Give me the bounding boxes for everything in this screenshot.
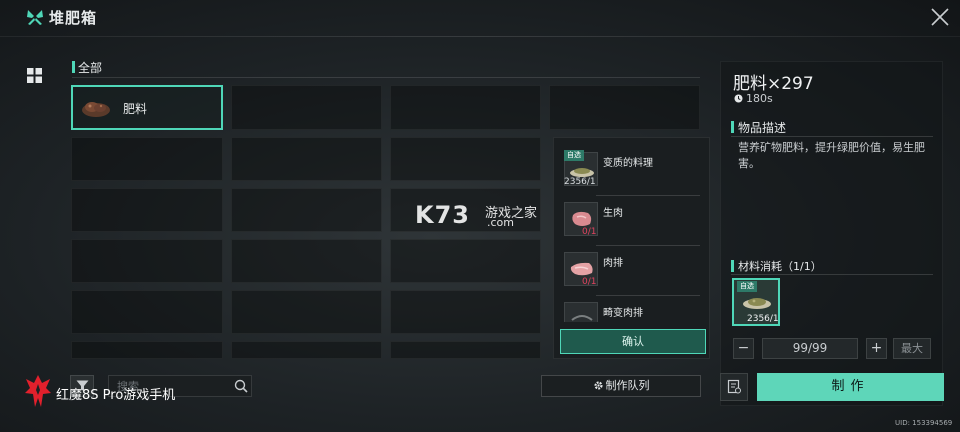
grid-slot-empty[interactable] bbox=[71, 239, 223, 283]
red-magic-logo-icon bbox=[25, 375, 51, 407]
category-divider bbox=[72, 77, 700, 78]
recipe-option-steak[interactable]: 肉排 0/1 bbox=[562, 252, 700, 296]
grid-slot-empty[interactable] bbox=[231, 290, 382, 334]
decrease-quantity-button[interactable]: − bbox=[733, 338, 754, 359]
page-title: 堆肥箱 bbox=[49, 9, 98, 27]
gear-icon bbox=[593, 381, 603, 390]
row-divider bbox=[596, 245, 700, 246]
grid-slot-empty[interactable] bbox=[231, 239, 382, 283]
auto-select-tag: 自选 bbox=[564, 150, 584, 161]
ingredient-count: 2356/1 bbox=[564, 177, 596, 187]
mutant-steak-icon bbox=[571, 315, 593, 321]
craft-queue-button[interactable]: 制作队列 bbox=[541, 375, 701, 397]
quantity-field[interactable]: 99/99 bbox=[762, 338, 858, 359]
grid-slot-empty[interactable] bbox=[390, 341, 541, 359]
user-id: UID: 153394569 bbox=[895, 419, 953, 427]
row-divider bbox=[596, 295, 700, 296]
grid-slot-empty[interactable] bbox=[390, 137, 541, 181]
ingredient-count: 0/1 bbox=[582, 277, 597, 287]
raw-meat-icon bbox=[572, 211, 592, 226]
header-divider bbox=[0, 36, 960, 37]
grid-slot-empty[interactable] bbox=[390, 290, 541, 334]
ingredient-name: 生肉 bbox=[603, 208, 623, 219]
grid-slot-empty[interactable] bbox=[231, 341, 382, 359]
spoiled-dish-icon bbox=[570, 168, 594, 177]
material-slot[interactable]: 自选 2356/1 bbox=[732, 278, 780, 326]
craft-time: 180s bbox=[746, 92, 773, 105]
recipe-popup: 自选 变质的料理 2356/1 生肉 0/1 肉排 0/1 畸变肉排 bbox=[553, 137, 710, 359]
crossed-blades-icon bbox=[27, 10, 43, 25]
clock-icon bbox=[734, 94, 743, 103]
materials-divider bbox=[731, 274, 933, 275]
grid-slot-empty[interactable] bbox=[71, 290, 223, 334]
ingredient-name: 肉排 bbox=[603, 258, 623, 269]
watermark-domain: .com bbox=[487, 216, 514, 229]
confirm-button[interactable]: 确认 bbox=[560, 329, 706, 354]
materials-heading: 材料消耗（1/1） bbox=[738, 260, 822, 273]
recipe-book-icon bbox=[727, 379, 741, 394]
recipe-option-mutant-steak[interactable]: 畸变肉排 bbox=[562, 302, 700, 322]
grid-slot-empty[interactable] bbox=[71, 188, 223, 232]
spoiled-dish-icon bbox=[743, 298, 771, 309]
grid-slot-empty[interactable] bbox=[231, 188, 382, 232]
ingredient-name: 变质的料理 bbox=[603, 158, 653, 169]
recipe-book-button[interactable] bbox=[720, 373, 748, 401]
ingredient-name: 畸变肉排 bbox=[603, 308, 643, 319]
grid-slot-empty[interactable] bbox=[231, 85, 382, 130]
grid-slot-empty[interactable] bbox=[390, 85, 541, 130]
grid-slot-empty[interactable] bbox=[71, 137, 223, 181]
grid-slot-fertilizer[interactable]: 肥料 bbox=[71, 85, 223, 130]
grid-slot-empty[interactable] bbox=[71, 341, 223, 359]
ingredient-count: 0/1 bbox=[582, 227, 597, 237]
row-divider bbox=[596, 195, 700, 196]
description-accent bbox=[731, 121, 734, 133]
craft-button[interactable]: 制作 bbox=[757, 373, 944, 401]
ingredient-slot bbox=[564, 302, 598, 322]
grid-slot-empty[interactable] bbox=[231, 137, 382, 181]
category-accent bbox=[72, 61, 75, 73]
grid-slot-label: 肥料 bbox=[123, 102, 148, 116]
steak-icon bbox=[570, 262, 593, 276]
auto-select-tag: 自选 bbox=[737, 281, 757, 292]
grid-slot-empty[interactable] bbox=[549, 85, 700, 130]
category-label: 全部 bbox=[78, 61, 103, 75]
increase-quantity-button[interactable]: + bbox=[866, 338, 887, 359]
material-count: 2356/1 bbox=[747, 314, 779, 324]
materials-accent bbox=[731, 260, 734, 272]
close-icon[interactable] bbox=[929, 6, 951, 28]
brand-text: 红魔8S Pro游戏手机 bbox=[56, 388, 176, 403]
item-title: 肥料×297 bbox=[733, 74, 814, 94]
craft-queue-label: 制作队列 bbox=[605, 379, 650, 392]
max-quantity-button[interactable]: 最大 bbox=[893, 338, 931, 359]
description-heading: 物品描述 bbox=[738, 121, 787, 135]
recipe-option-raw-meat[interactable]: 生肉 0/1 bbox=[562, 202, 700, 246]
grid-slot-empty[interactable] bbox=[390, 239, 541, 283]
watermark-logo: K73 bbox=[415, 201, 470, 229]
description-divider bbox=[731, 136, 933, 137]
recipe-option-spoiled-dish[interactable]: 自选 变质的料理 2356/1 bbox=[562, 150, 700, 196]
grid-view-icon[interactable] bbox=[27, 68, 42, 83]
description-text: 营养矿物肥料，提升绿肥价值，易生肥害。 bbox=[738, 141, 925, 170]
search-icon[interactable] bbox=[234, 379, 248, 393]
fertilizer-pile-icon bbox=[82, 102, 110, 117]
